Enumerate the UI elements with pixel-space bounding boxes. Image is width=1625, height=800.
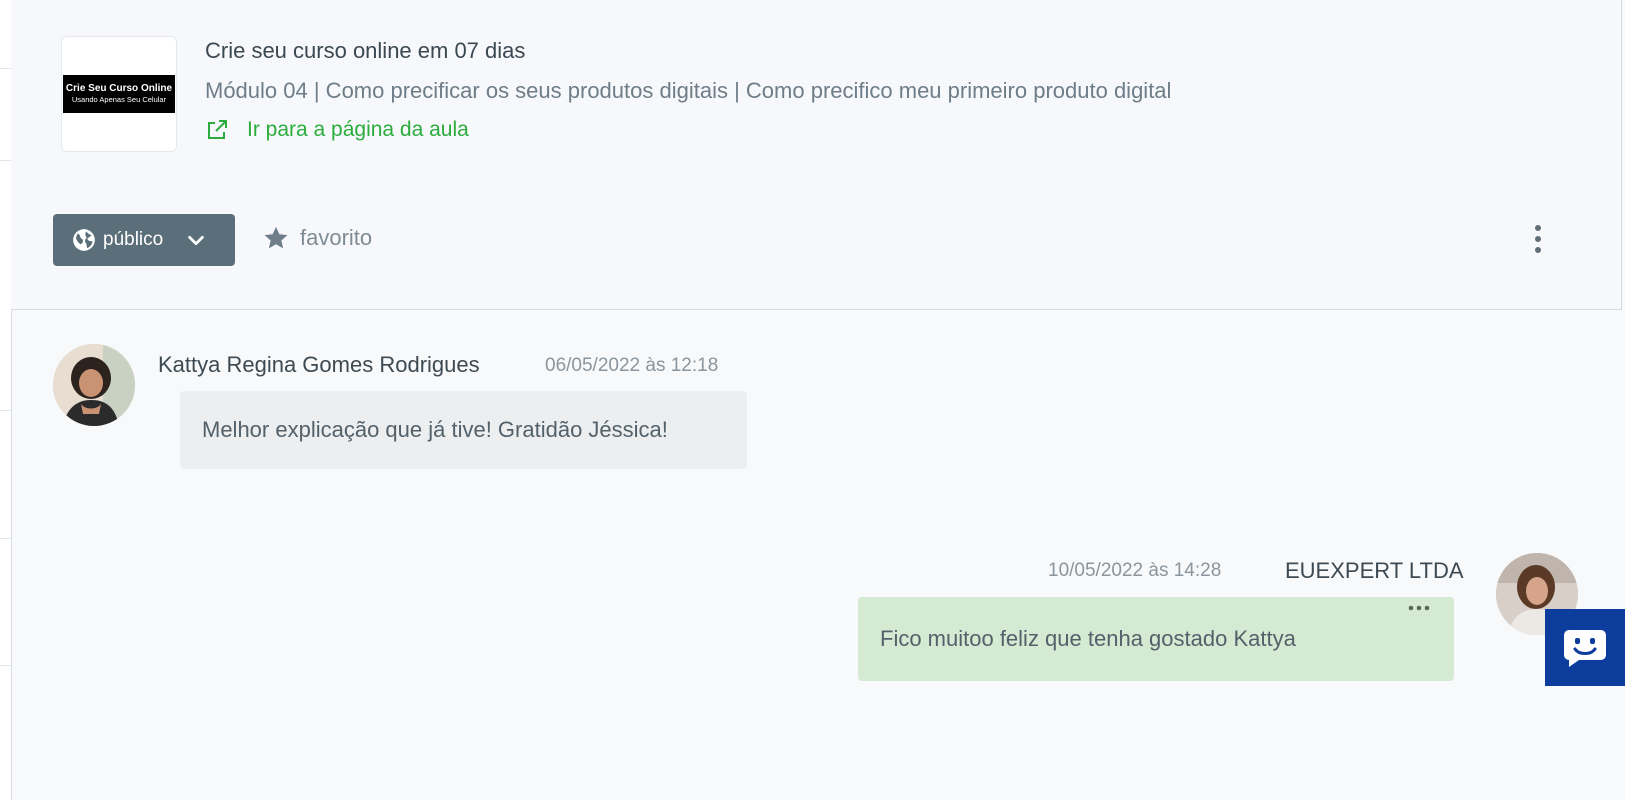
course-thumbnail-banner: Crie Seu Curso Online Usando Apenas Seu … <box>63 75 175 113</box>
thumbnail-line-2: Usando Apenas Seu Celular <box>71 95 167 104</box>
lesson-page-link-label: Ir para a página da aula <box>247 118 469 141</box>
comment-timestamp: 06/05/2022 às 12:18 <box>545 355 719 376</box>
horizontal-dots-icon[interactable] <box>1408 604 1430 612</box>
course-header: Crie Seu Curso Online Usando Apenas Seu … <box>11 0 1622 310</box>
lesson-path: Módulo 04 | Como precificar os seus prod… <box>205 78 1172 103</box>
reply-text: Fico muitoo feliz que tenha gostado Katt… <box>880 626 1296 651</box>
avatar <box>53 344 135 426</box>
vertical-dots-icon[interactable] <box>1528 223 1548 255</box>
star-icon <box>264 226 288 249</box>
chevron-down-icon <box>188 235 205 246</box>
course-title: Crie seu curso online em 07 dias <box>205 38 526 63</box>
chat-bot-icon <box>1564 629 1606 667</box>
comment-bubble: Melhor explicação que já tive! Gratidão … <box>180 391 747 469</box>
lesson-page-link[interactable]: Ir para a página da aula <box>205 118 469 142</box>
reply-author: EUEXPERT LTDA <box>1285 558 1464 583</box>
reply-timestamp: 10/05/2022 às 14:28 <box>1048 560 1222 581</box>
comment-author: Kattya Regina Gomes Rodrigues <box>158 352 480 377</box>
thumbnail-line-1: Crie Seu Curso Online <box>65 83 173 94</box>
favorite-label: favorito <box>300 225 373 250</box>
reply-bubble: Fico muitoo feliz que tenha gostado Katt… <box>858 597 1454 681</box>
comment-text: Melhor explicação que já tive! Gratidão … <box>202 417 668 442</box>
external-link-icon <box>208 120 227 139</box>
visibility-dropdown[interactable]: público <box>53 214 235 266</box>
visibility-label: público <box>103 229 164 250</box>
course-thumbnail: Crie Seu Curso Online Usando Apenas Seu … <box>61 36 177 152</box>
chat-widget-button[interactable] <box>1545 609 1625 686</box>
avatar-photo <box>53 344 135 426</box>
favorite-button[interactable]: favorito <box>262 224 372 252</box>
globe-icon <box>73 229 95 251</box>
